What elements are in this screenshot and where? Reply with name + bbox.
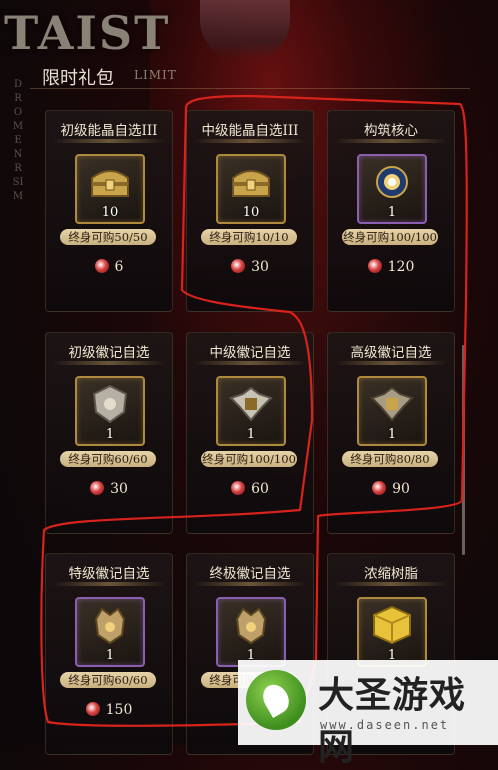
item-count: 1: [105, 427, 115, 442]
item-count: 1: [387, 427, 397, 442]
price: 90: [328, 481, 454, 497]
treasure-chest-icon: [91, 170, 129, 197]
currency-gem-icon: [367, 259, 382, 273]
price-value: 120: [387, 259, 415, 275]
section-header: 限时礼包 LIMIT: [30, 62, 470, 89]
item-slot[interactable]: 1: [357, 376, 427, 446]
gift-pack-card[interactable]: 特级徽记自选 1 终身可购60/60 150: [45, 553, 173, 755]
game-logo: TAIST: [4, 6, 171, 60]
price: 6: [46, 259, 172, 275]
purchase-limit-badge: 终身可购80/80: [342, 451, 438, 467]
purchase-limit-badge: 终身可购100/100: [342, 229, 438, 245]
ornament-divider: [46, 361, 172, 365]
gift-pack-card[interactable]: 构筑核心 1 终身可购100/100 120: [327, 110, 455, 312]
ornament-divider: [187, 361, 313, 365]
price: 150: [46, 702, 172, 718]
currency-gem-icon: [372, 481, 387, 495]
currency-gem-icon: [85, 702, 100, 716]
purchase-limit-badge: 终身可购100/100: [201, 451, 297, 467]
ornament-divider: [187, 582, 313, 586]
card-title: 高级徽记自选: [350, 345, 432, 361]
emblem-crown-icon: [94, 607, 126, 645]
price: 120: [328, 259, 454, 275]
currency-gem-icon: [231, 259, 246, 273]
card-title: 终极徽记自选: [209, 566, 291, 582]
item-count: 1: [246, 427, 256, 442]
gift-pack-card[interactable]: 中级徽记自选 1 终身可购100/100 60: [186, 332, 314, 534]
item-count: 10: [242, 205, 260, 220]
price-value: 6: [114, 259, 124, 275]
resin-cube-icon: [373, 605, 411, 645]
ornament-divider: [187, 139, 313, 143]
section-title: 限时礼包: [42, 68, 114, 89]
price-value: 30: [110, 481, 128, 497]
purchase-limit-badge: 终身可购10/10: [201, 229, 297, 245]
gift-pack-card[interactable]: 中级能晶自选III 10 终身可购10/10 30: [186, 110, 314, 312]
item-count: 1: [105, 648, 115, 663]
item-slot[interactable]: 10: [75, 154, 145, 224]
watermark-url: www.daseen.net: [320, 718, 450, 732]
item-slot[interactable]: 1: [357, 154, 427, 224]
card-title: 初级能晶自选III: [60, 123, 158, 139]
price-value: 90: [392, 481, 410, 497]
item-count: 1: [387, 205, 397, 220]
watermark-banner: 大圣游戏网 www.daseen.net: [238, 660, 498, 768]
gift-pack-card[interactable]: 高级徽记自选 1 终身可购80/80 90: [327, 332, 455, 534]
treasure-chest-icon: [232, 170, 270, 197]
currency-gem-icon: [94, 259, 109, 273]
ornament-divider: [46, 582, 172, 586]
card-title: 构筑核心: [364, 123, 418, 139]
watermark-logo-icon: [246, 670, 306, 730]
item-slot[interactable]: 1: [75, 597, 145, 667]
item-slot[interactable]: 1: [216, 376, 286, 446]
core-orb-icon: [376, 166, 408, 198]
side-decoration-text: DROMENRSIM: [12, 79, 24, 202]
item-slot[interactable]: 1: [216, 597, 286, 667]
emblem-crown-icon: [235, 607, 267, 645]
item-slot[interactable]: 10: [216, 154, 286, 224]
gift-pack-card[interactable]: 初级徽记自选 1 终身可购60/60 30: [45, 332, 173, 534]
price: 30: [187, 259, 313, 275]
emblem-winged-icon: [370, 386, 414, 422]
purchase-limit-badge: 终身可购60/60: [60, 451, 156, 467]
price-value: 30: [251, 259, 269, 275]
card-title: 中级能晶自选III: [201, 123, 299, 139]
card-title: 初级徽记自选: [68, 345, 150, 361]
card-title: 浓缩树脂: [364, 566, 418, 582]
price: 30: [46, 481, 172, 497]
purchase-limit-badge: 终身可购50/50: [60, 229, 156, 245]
emblem-shield-icon: [92, 384, 128, 424]
item-count: 10: [101, 205, 119, 220]
item-slot[interactable]: 1: [357, 597, 427, 667]
ornament-divider: [46, 139, 172, 143]
currency-gem-icon: [231, 481, 246, 495]
item-slot[interactable]: 1: [75, 376, 145, 446]
price: 60: [187, 481, 313, 497]
purchase-limit-badge: 终身可购60/60: [60, 672, 156, 688]
currency-gem-icon: [90, 481, 105, 495]
card-title: 中级徽记自选: [209, 345, 291, 361]
ornament-divider: [328, 361, 454, 365]
card-title: 特级徽记自选: [68, 566, 150, 582]
price-value: 150: [105, 702, 133, 718]
section-subtitle: LIMIT: [134, 68, 177, 82]
ornament-divider: [328, 582, 454, 586]
gift-pack-card[interactable]: 初级能晶自选III 10 终身可购50/50 6: [45, 110, 173, 312]
emblem-winged-icon: [229, 386, 273, 422]
ornament-divider: [328, 139, 454, 143]
scrollbar[interactable]: [462, 345, 465, 555]
price-value: 60: [251, 481, 269, 497]
